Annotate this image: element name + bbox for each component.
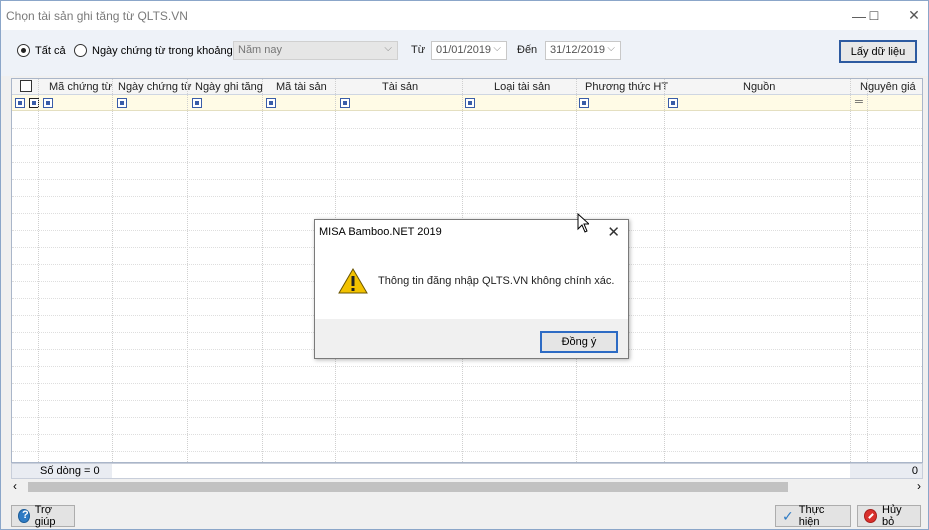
from-date-picker[interactable]: 01/01/2019 ⌵ bbox=[431, 41, 507, 60]
grid-line bbox=[12, 366, 922, 367]
col-header-original-cost[interactable]: Nguyên giá bbox=[860, 81, 916, 93]
scroll-right-icon[interactable]: › bbox=[917, 479, 921, 493]
ok-button[interactable]: Đồng ý bbox=[540, 331, 618, 353]
from-date-value: 01/01/2019 bbox=[436, 44, 492, 56]
filter-icon[interactable] bbox=[668, 98, 678, 108]
col-header-method[interactable]: Phương thức HT bbox=[585, 81, 668, 93]
error-dialog: MISA Bamboo.NET 2019 ✕ Thông tin đăng nh… bbox=[314, 219, 629, 359]
main-window: Chọn tài sản ghi tăng từ QLTS.VN — ☐ ✕ T… bbox=[0, 0, 929, 530]
period-select-value: Năm nay bbox=[238, 44, 283, 56]
filter-toolbar: Tất cả Ngày chứng từ trong khoảng Năm na… bbox=[1, 30, 928, 76]
radio-date-range-dot[interactable] bbox=[74, 44, 87, 57]
warning-icon bbox=[338, 268, 368, 297]
radio-date-range[interactable]: Ngày chứng từ trong khoảng bbox=[74, 44, 233, 57]
window-title: Chọn tài sản ghi tăng từ QLTS.VN bbox=[6, 9, 188, 23]
help-button[interactable]: ? Trợ giúp bbox=[11, 504, 75, 528]
filter-icon[interactable] bbox=[340, 98, 350, 108]
grid-line bbox=[664, 79, 665, 464]
filter-icon[interactable] bbox=[266, 98, 276, 108]
grid-line bbox=[12, 162, 922, 163]
col-header-voucher-code[interactable]: Mã chứng từ bbox=[49, 81, 112, 93]
filter-icon[interactable] bbox=[192, 98, 202, 108]
to-date-value: 31/12/2019 bbox=[550, 44, 606, 56]
grid-line bbox=[12, 434, 922, 435]
chevron-down-icon: ⌵ bbox=[493, 43, 501, 54]
select-all-checkbox[interactable] bbox=[20, 80, 32, 92]
col-header-increase-date[interactable]: Ngày ghi tăng bbox=[195, 81, 263, 93]
help-icon: ? bbox=[18, 509, 30, 523]
col-header-asset[interactable]: Tài sản bbox=[382, 81, 418, 93]
scroll-left-icon[interactable]: ‹ bbox=[13, 479, 17, 493]
grid-footer: Số dòng = 0 0 bbox=[11, 463, 923, 479]
grid-header: Mã chứng từ Ngày chứng từ Ngày ghi tăng … bbox=[12, 79, 922, 95]
grid-filter-row: ═ bbox=[12, 95, 922, 111]
grid-line bbox=[12, 196, 922, 197]
check-icon: ✓ bbox=[782, 507, 794, 524]
grid-line bbox=[187, 79, 188, 464]
chevron-down-icon: ⌵ bbox=[384, 43, 392, 54]
radio-date-range-label: Ngày chứng từ trong khoảng bbox=[92, 44, 233, 57]
execute-button[interactable]: ✓ Thực hiện bbox=[775, 504, 851, 528]
grid-line bbox=[38, 79, 39, 464]
execute-button-label: Thực hiện bbox=[798, 504, 825, 528]
grid-line bbox=[262, 79, 263, 464]
fetch-data-button[interactable]: Lấy dữ liệu bbox=[839, 40, 917, 63]
grid-line bbox=[12, 400, 922, 401]
grid-line bbox=[12, 128, 922, 129]
grid-line bbox=[12, 417, 922, 418]
filter-icon[interactable] bbox=[43, 98, 53, 108]
close-button[interactable]: ✕ bbox=[891, 1, 929, 30]
grid-line bbox=[867, 79, 868, 464]
scroll-thumb[interactable] bbox=[28, 482, 788, 492]
equals-filter-icon[interactable]: ═ bbox=[855, 96, 863, 108]
grid-line bbox=[12, 451, 922, 452]
col-header-voucher-date[interactable]: Ngày chứng từ bbox=[118, 81, 191, 93]
help-button-label: Trợ giúp bbox=[34, 504, 56, 528]
horizontal-scrollbar[interactable]: ‹ › bbox=[11, 479, 923, 494]
col-header-asset-type[interactable]: Loại tài sản bbox=[494, 81, 550, 93]
to-label: Đến bbox=[517, 44, 538, 56]
dialog-close-icon[interactable]: ✕ bbox=[607, 223, 620, 241]
dialog-footer: Đồng ý bbox=[315, 319, 628, 358]
from-label: Từ bbox=[411, 44, 426, 56]
radio-all-label: Tất cả bbox=[35, 44, 66, 57]
filter-icon[interactable] bbox=[15, 98, 25, 108]
cancel-button-label: Hủy bỏ bbox=[882, 504, 902, 528]
filter-icon[interactable] bbox=[465, 98, 475, 108]
footer-spacer bbox=[112, 464, 850, 478]
row-count-label: Số dòng = 0 bbox=[40, 465, 100, 477]
grid-line bbox=[12, 383, 922, 384]
radio-all-dot[interactable] bbox=[17, 44, 30, 57]
filter-icon[interactable] bbox=[117, 98, 127, 108]
dialog-message: Thông tin đăng nhập QLTS.VN không chính … bbox=[378, 275, 615, 287]
filter-icon[interactable] bbox=[579, 98, 589, 108]
chevron-down-icon: ⌵ bbox=[607, 43, 615, 54]
cancel-button[interactable]: Hủy bỏ bbox=[857, 504, 921, 528]
mouse-cursor-icon bbox=[577, 212, 591, 236]
total-value: 0 bbox=[911, 465, 918, 477]
grid-line bbox=[850, 79, 851, 464]
cancel-icon bbox=[864, 509, 878, 523]
period-select[interactable]: Năm nay ⌵ bbox=[233, 41, 398, 60]
dialog-title: MISA Bamboo.NET 2019 bbox=[319, 226, 442, 238]
col-header-source[interactable]: Nguồn bbox=[743, 81, 775, 93]
grid-line bbox=[12, 213, 922, 214]
grid-line bbox=[12, 179, 922, 180]
title-bar: Chọn tài sản ghi tăng từ QLTS.VN — ☐ ✕ bbox=[1, 1, 928, 30]
col-header-asset-code[interactable]: Mã tài sản bbox=[276, 81, 327, 93]
grid-line bbox=[12, 145, 922, 146]
to-date-picker[interactable]: 31/12/2019 ⌵ bbox=[545, 41, 621, 60]
radio-all[interactable]: Tất cả bbox=[17, 44, 66, 57]
grid-line bbox=[112, 79, 113, 464]
